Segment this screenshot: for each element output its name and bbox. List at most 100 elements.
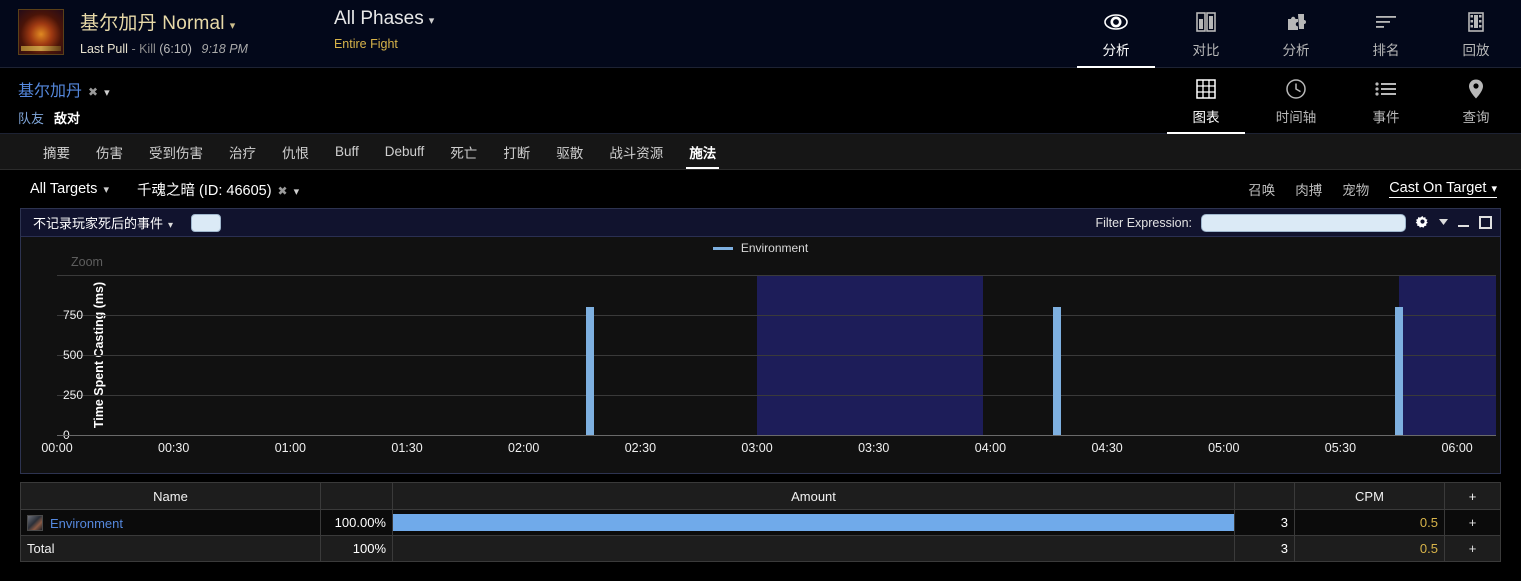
x-tick-label: 04:30 [1091, 441, 1122, 455]
gear-icon[interactable] [1415, 215, 1430, 230]
tab-damage-taken[interactable]: 受到伤害 [136, 134, 216, 169]
cast-on-target-label: Cast On Target [1389, 180, 1486, 196]
top-header: 基尔加丹 Normal▾ Last Pull - Kill (6:10) 9:1… [0, 0, 1521, 68]
row-amount: 3 [1235, 510, 1295, 536]
fight-title-text: 基尔加丹 Normal [80, 13, 225, 34]
target-selector[interactable]: 千魂之暗 (ID: 46605)✖▾ [137, 179, 299, 200]
cast-on-target-dropdown[interactable]: Cast On Target ▾ [1389, 180, 1497, 198]
y-tick-label: 750 [63, 308, 83, 322]
top-nav-item-analysis[interactable]: 分析 [1071, 0, 1161, 68]
x-axis-line [57, 435, 1496, 436]
tab-debuffs[interactable]: Debuff [372, 134, 438, 169]
header-cpm[interactable]: CPM [1295, 483, 1445, 510]
tab-casts[interactable]: 施法 [676, 134, 729, 169]
x-tick-label: 02:00 [508, 441, 539, 455]
table-row[interactable]: Environment 100.00% 3 0.5 + [21, 510, 1501, 536]
top-nav-item-compare[interactable]: 对比 [1161, 0, 1251, 68]
death-filter-dropdown[interactable]: 不记录玩家死后的事件▾ [33, 213, 173, 232]
tab-bar: 摘要 伤害 受到伤害 治疗 仇恨 Buff Debuff 死亡 打断 驱散 战斗… [0, 134, 1521, 170]
secondary-nav-item-charts[interactable]: 图表 [1161, 68, 1251, 134]
row-percent: 100.00% [321, 510, 393, 536]
x-tick-label: 01:30 [391, 441, 422, 455]
x-tick-label: 00:00 [41, 441, 72, 455]
all-targets-dropdown[interactable]: All Targets▾ [30, 181, 109, 197]
row-name-link[interactable]: Environment [50, 516, 123, 531]
chart-bar[interactable] [1395, 307, 1403, 435]
puzzle-icon [1285, 9, 1307, 35]
table-header-row: Name Amount CPM + [21, 483, 1501, 510]
player-nav-row: 基尔加丹✖▾ 队友敌对 图表 时间轴 事件 [0, 68, 1521, 134]
chart-gridline [57, 275, 1496, 276]
row-expand-button[interactable]: + [1445, 510, 1501, 536]
chevron-down-icon: ▾ [1491, 183, 1497, 195]
total-expand-button[interactable]: + [1445, 536, 1501, 562]
zoom-label[interactable]: Zoom [71, 255, 103, 269]
chart-gridline [57, 355, 1496, 356]
kill-label: Kill [139, 42, 156, 56]
dash-separator: - [131, 42, 135, 56]
top-nav-item-analyze[interactable]: 分析 [1251, 0, 1341, 68]
secondary-nav-label: 图表 [1193, 106, 1220, 126]
row-cpm: 0.5 [1295, 510, 1445, 536]
secondary-nav-item-timeline[interactable]: 时间轴 [1251, 68, 1341, 134]
friendly-toggle[interactable]: 队友 [18, 111, 44, 126]
total-bar-cell [393, 536, 1235, 562]
chart-gridline [57, 315, 1496, 316]
tab-resources[interactable]: 战斗资源 [596, 134, 676, 169]
header-plus[interactable]: + [1445, 483, 1501, 510]
data-table-wrapper: Name Amount CPM + Environment 100.00% 3 … [20, 482, 1501, 562]
tab-healing[interactable]: 治疗 [216, 134, 269, 169]
header-amount[interactable]: Amount [393, 483, 1235, 510]
header-name[interactable]: Name [21, 483, 321, 510]
phase-dropdown[interactable]: All Phases▾ [334, 8, 434, 30]
chevron-down-icon: ▾ [294, 186, 300, 198]
gear-chevron-icon[interactable] [1439, 219, 1448, 226]
x-tick-label: 04:00 [975, 441, 1006, 455]
fight-time: 9:18 PM [201, 42, 248, 56]
chart-panel: 不记录玩家死后的事件▾ Filter Expression: Environme… [20, 208, 1501, 474]
filter-expression-input[interactable] [1201, 214, 1406, 232]
film-replay-icon [1465, 9, 1487, 35]
total-label: Total [21, 536, 321, 562]
tab-dispels[interactable]: 驱散 [543, 134, 596, 169]
close-icon[interactable]: ✖ [88, 85, 98, 99]
tab-damage-done[interactable]: 伤害 [83, 134, 136, 169]
secondary-nav-item-query[interactable]: 查询 [1431, 68, 1521, 134]
top-nav-label: 分析 [1283, 39, 1310, 59]
chart-gridline [57, 395, 1496, 396]
top-nav-label: 对比 [1193, 39, 1220, 59]
pets-link[interactable]: 宠物 [1342, 179, 1369, 199]
top-nav-item-replay[interactable]: 回放 [1431, 0, 1521, 68]
boss-portrait-icon [18, 9, 64, 55]
close-icon[interactable]: ✖ [278, 184, 288, 198]
secondary-nav-item-events[interactable]: 事件 [1341, 68, 1431, 134]
tab-summary[interactable]: 摘要 [30, 134, 83, 169]
phase-block: All Phases▾ Entire Fight [334, 0, 434, 51]
last-pull-label: Last Pull [80, 42, 128, 56]
tab-threat[interactable]: 仇恨 [269, 134, 322, 169]
tab-buffs[interactable]: Buff [322, 134, 372, 169]
casts-table: Name Amount CPM + Environment 100.00% 3 … [20, 482, 1501, 562]
summon-link[interactable]: 召唤 [1248, 179, 1275, 199]
enemy-toggle[interactable]: 敌对 [54, 111, 80, 126]
player-side-toggle: 队友敌对 [18, 108, 110, 127]
minimize-icon[interactable] [1457, 216, 1470, 229]
melee-link[interactable]: 肉搏 [1295, 179, 1322, 199]
tab-interrupts[interactable]: 打断 [490, 134, 543, 169]
fight-title-dropdown[interactable]: 基尔加丹 Normal▾ [80, 8, 248, 35]
tab-deaths[interactable]: 死亡 [437, 134, 490, 169]
chart-bar[interactable] [586, 307, 594, 435]
filter-expression-label: Filter Expression: [1095, 216, 1192, 230]
x-tick-label: 05:30 [1325, 441, 1356, 455]
player-selector[interactable]: 基尔加丹✖▾ [18, 77, 110, 101]
chart-bar[interactable] [1053, 307, 1061, 435]
x-tick-label: 05:00 [1208, 441, 1239, 455]
maximize-icon[interactable] [1479, 216, 1492, 229]
all-targets-label: All Targets [30, 181, 97, 197]
chart-area[interactable]: Environment Zoom Time Spent Casting (ms)… [21, 237, 1500, 473]
small-filter-input[interactable] [191, 214, 221, 232]
plot-surface[interactable] [57, 275, 1496, 435]
top-nav-item-rankings[interactable]: 排名 [1341, 0, 1431, 68]
x-tick-label: 06:00 [1441, 441, 1472, 455]
top-nav-label: 回放 [1463, 39, 1490, 59]
